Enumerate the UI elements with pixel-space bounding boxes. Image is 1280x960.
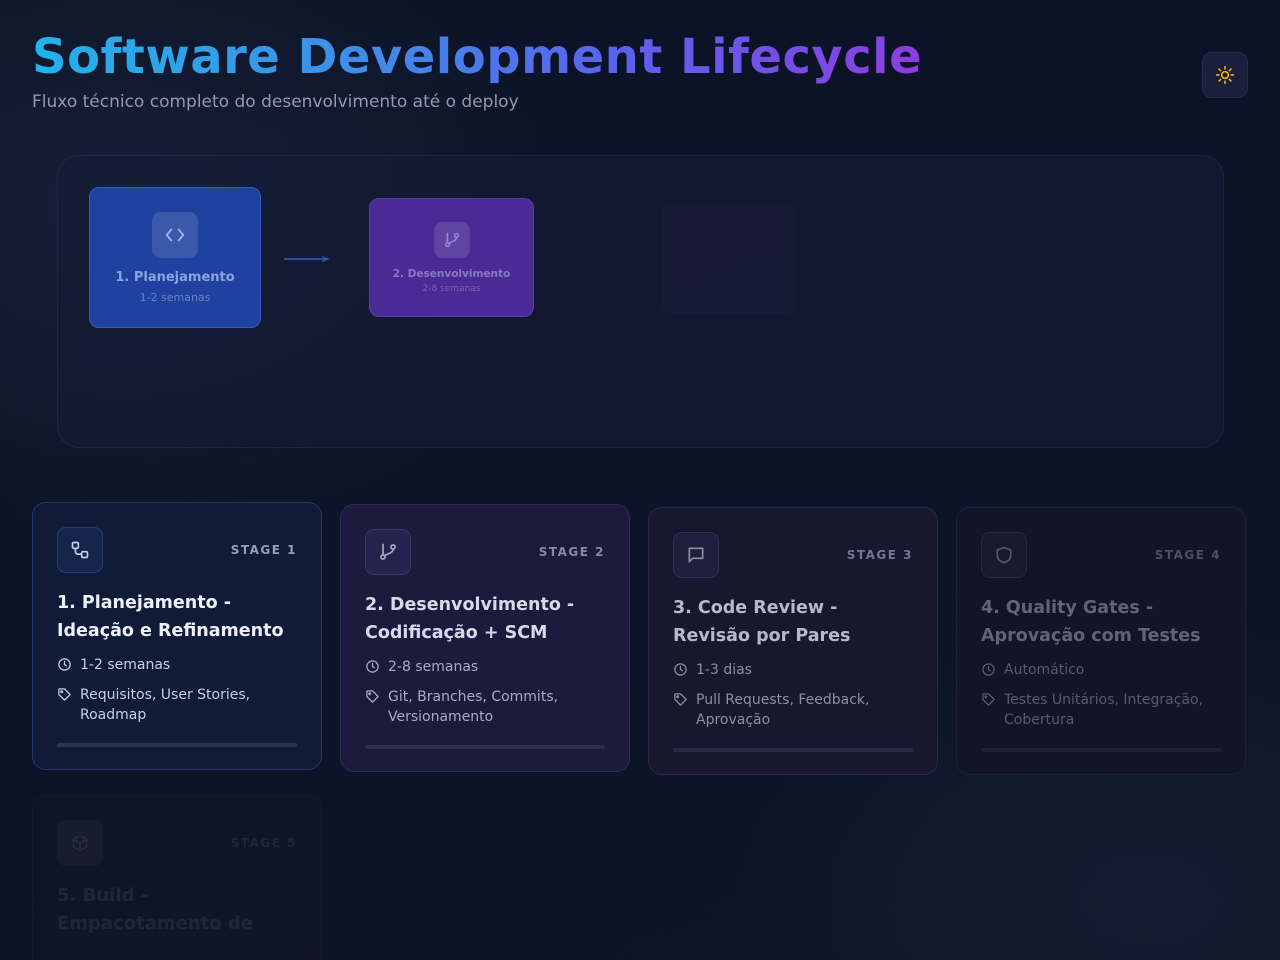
clock-icon (366, 660, 379, 673)
stage-duration-text: 1-2 semanas (80, 657, 171, 673)
stage-title: 3. Code Review - Revisão por Pares (673, 598, 851, 646)
stage-tags: Pull Requests, Feedback, Aprovação (673, 690, 913, 730)
flow-node-placeholder (661, 204, 796, 314)
stage-duration-text: 1-3 dias (696, 662, 752, 678)
stage-duration: 2-8 semanas (365, 657, 605, 677)
stage-title: 1. Planejamento - Ideação e Refinamento (57, 593, 284, 641)
page-title: Software Development Lifecycle (32, 29, 923, 85)
stage-label: STAGE 3 (846, 548, 913, 562)
stage-progress-bar (57, 743, 297, 747)
stage-tags-text: Requisitos, User Stories, Roadmap (80, 687, 251, 723)
shield-icon (981, 532, 1027, 578)
stage-tags: Git, Branches, Commits, Versionamento (365, 687, 605, 727)
stage-progress-bar (673, 748, 913, 752)
stage-progress-bar (981, 748, 1221, 752)
stage-label: STAGE 5 (230, 836, 297, 850)
stage-tags: Requisitos, User Stories, Roadmap (57, 685, 297, 725)
stage-duration: 1-2 semanas (57, 655, 297, 675)
stage-label: STAGE 2 (538, 545, 605, 559)
theme-toggle-button[interactable] (1202, 52, 1248, 98)
stage-card-4[interactable]: STAGE 4 4. Quality Gates - Aprovação com… (956, 507, 1246, 775)
flow-diagram-panel: 1. Planejamento 1-2 semanas 2. Desenvolv… (57, 155, 1224, 448)
package-icon (57, 820, 103, 866)
code-icon (152, 211, 198, 258)
tag-icon (366, 690, 379, 703)
clock-icon (982, 663, 995, 676)
stage-tags-text: Testes Unitários, Integração, Cobertura (1004, 692, 1204, 728)
tag-icon (674, 693, 687, 706)
stage-duration: Automático (981, 660, 1221, 680)
stage-progress-bar (365, 745, 605, 749)
stage-tags-text: Pull Requests, Feedback, Aprovação (696, 692, 870, 728)
tag-icon (58, 688, 71, 701)
clock-icon (58, 658, 71, 671)
flow-arrow-icon (284, 256, 330, 262)
page-subtitle: Fluxo técnico completo do desenvolviment… (32, 92, 519, 112)
git-branch-icon (433, 221, 470, 258)
stage-label: STAGE 1 (230, 543, 297, 557)
stage-tags-text: Git, Branches, Commits, Versionamento (388, 689, 559, 725)
stage-card-3[interactable]: STAGE 3 3. Code Review - Revisão por Par… (648, 507, 938, 775)
flow-node-duration: 2-8 semanas (422, 283, 481, 294)
sun-icon (1215, 65, 1235, 85)
stage-card-1[interactable]: STAGE 1 1. Planejamento - Ideação e Refi… (32, 502, 322, 770)
flow-node-desenvolvimento[interactable]: 2. Desenvolvimento 2-8 semanas (369, 198, 534, 317)
tag-icon (982, 693, 995, 706)
stage-duration-text: 2-8 semanas (388, 659, 479, 675)
flow-node-label: 1. Planejamento (115, 269, 235, 285)
stage-card-2[interactable]: STAGE 2 2. Desenvolvimento - Codificação… (340, 504, 630, 772)
stage-duration: 1-3 dias (673, 660, 913, 680)
page-header: Software Development Lifecycle Fluxo téc… (32, 28, 1248, 128)
workflow-icon (57, 527, 103, 573)
stage-label: STAGE 4 (1154, 548, 1221, 562)
stage-title: 5. Build - Empacotamento de (57, 885, 253, 934)
flow-node-duration: 1-2 semanas (139, 290, 211, 304)
stage-card-5[interactable]: STAGE 5 5. Build - Empacotamento de (32, 795, 322, 960)
stage-title: 4. Quality Gates - Aprovação com Testes (981, 598, 1201, 646)
stage-duration-text: Automático (1004, 662, 1085, 678)
clock-icon (674, 663, 687, 676)
flow-node-planejamento[interactable]: 1. Planejamento 1-2 semanas (89, 187, 261, 328)
stage-tags: Testes Unitários, Integração, Cobertura (981, 690, 1221, 730)
message-icon (673, 532, 719, 578)
flow-node-label: 2. Desenvolvimento (392, 267, 511, 280)
git-branch-icon (365, 529, 411, 575)
stage-title: 2. Desenvolvimento - Codificação + SCM (365, 595, 575, 643)
